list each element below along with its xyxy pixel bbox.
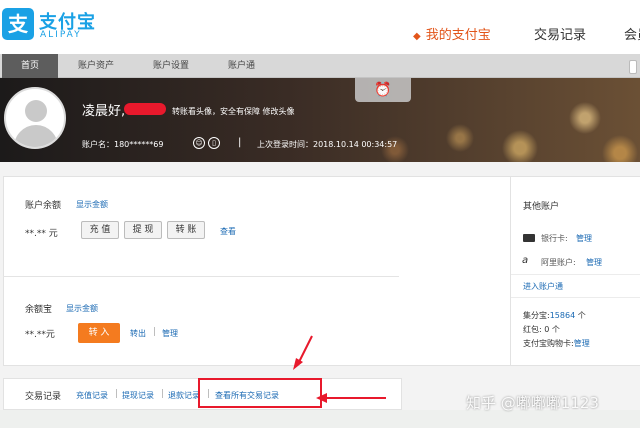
balance-label: 账户余额 <box>25 201 62 211</box>
avatar[interactable] <box>4 87 66 149</box>
bank-card-manage-link[interactable]: 管理 <box>576 233 592 244</box>
points-row: 集分宝:15864 个 <box>523 310 586 321</box>
mobile-icon[interactable]: ▯ <box>208 137 220 149</box>
view-balance-link[interactable]: 查看 <box>220 226 236 237</box>
account-name: 账户名：180******69 <box>82 140 164 149</box>
scrollbar[interactable] <box>629 60 637 74</box>
recharge-records-link[interactable]: 充值记录 <box>76 390 108 401</box>
trade-records-label: 交易记录 <box>25 392 62 402</box>
yuebao-amount: **.**元 <box>25 330 55 340</box>
shopcard-manage-link[interactable]: 管理 <box>574 339 590 348</box>
tab-account-connect[interactable]: 账户通 <box>228 54 255 78</box>
points-label: 集分宝: <box>523 311 550 320</box>
alipay-logo-icon[interactable]: 支 <box>2 8 34 40</box>
nav-member[interactable]: 会员 <box>624 24 640 43</box>
last-login-time: 上次登录时间：2018.10.14 00:34:57 <box>257 140 398 149</box>
show-balance-link[interactable]: 显示金额 <box>76 199 108 210</box>
balance-amount: **.** 元 <box>25 229 58 239</box>
redpacket-value: 0 个 <box>544 325 560 334</box>
ali-account-manage-link[interactable]: 管理 <box>586 257 602 268</box>
withdraw-records-link[interactable]: 提现记录 <box>122 390 154 401</box>
avatar-body <box>14 125 58 147</box>
divider <box>511 297 640 298</box>
separator: | <box>153 327 157 337</box>
logo-subtext: ALIPAY <box>40 30 82 40</box>
tab-account-assets[interactable]: 账户资产 <box>78 54 114 78</box>
top-header: 支 支付宝 ALIPAY ◆我的支付宝 交易记录 会员 <box>0 0 640 54</box>
transfer-out-link[interactable]: 转出 <box>130 328 146 339</box>
points-unit: 个 <box>577 311 586 320</box>
manage-yuebao-link[interactable]: 管理 <box>162 328 178 339</box>
diamond-icon: ◆ <box>413 31 421 42</box>
redpacket-label: 红包: <box>523 325 542 334</box>
avatar-head <box>25 100 47 122</box>
redacted-username <box>124 103 166 115</box>
refund-records-link[interactable]: 退款记录 <box>168 390 200 401</box>
sub-nav: 首页 账户资产 账户设置 账户通 <box>0 54 640 78</box>
enter-account-connect-link[interactable]: 进入账户通 <box>523 281 563 292</box>
separator: | <box>115 389 119 399</box>
avatar-tip-links[interactable]: 转账看头像，安全有保障 修改头像 <box>172 106 295 117</box>
transfer-button[interactable]: 转 账 <box>167 221 205 239</box>
annotation-highlight-box <box>198 378 322 408</box>
greeting: 凌晨好, <box>82 104 126 119</box>
bank-card-label: 银行卡: <box>541 234 568 243</box>
yuebao-label: 余额宝 <box>25 305 53 315</box>
nav-my-alipay[interactable]: ◆ 我的支付宝 <box>413 24 491 43</box>
redpacket-row: 红包: 0 个 <box>523 324 560 335</box>
divider <box>511 274 640 275</box>
separator: | <box>238 137 242 148</box>
other-accounts-title: 其他账户 <box>523 202 560 212</box>
shopcard-label: 支付宝购物卡: <box>523 339 574 348</box>
nav-trade-records[interactable]: 交易记录 <box>534 24 586 43</box>
identity-icon[interactable]: ☺ <box>193 137 205 149</box>
points-value[interactable]: 15864 <box>550 311 575 320</box>
transfer-in-button[interactable]: 转 入 <box>78 323 120 343</box>
ali-account-label: 阿里账户: <box>541 258 576 267</box>
separator: | <box>161 389 165 399</box>
shopcard-row: 支付宝购物卡:管理 <box>523 338 590 349</box>
bank-card-icon <box>523 234 535 242</box>
watermark: 知乎 @嘟嘟嘟1123 <box>466 394 599 412</box>
withdraw-button[interactable]: 提 现 <box>124 221 162 239</box>
alarm-clock-icon[interactable]: ⏰ <box>355 78 411 102</box>
recharge-button[interactable]: 充 值 <box>81 221 119 239</box>
tab-account-settings[interactable]: 账户设置 <box>153 54 189 78</box>
nav-my-alipay-label: 我的支付宝 <box>425 28 491 43</box>
ali-account-icon: a <box>522 255 529 266</box>
show-yuebao-link[interactable]: 显示金额 <box>66 303 98 314</box>
tab-home[interactable]: 首页 <box>2 54 58 78</box>
divider <box>3 276 399 277</box>
